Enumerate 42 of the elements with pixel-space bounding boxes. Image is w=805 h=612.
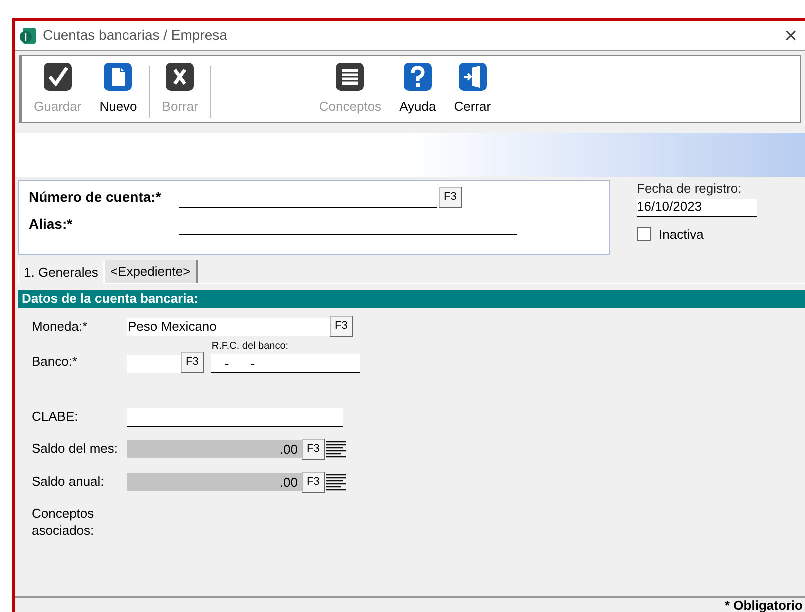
list-lines-icon (324, 472, 347, 492)
tab[interactable]: 1. Generales (18, 261, 106, 284)
status-text: * Obligatorio (725, 598, 803, 612)
field-label: Alias:* (29, 215, 74, 234)
list-lines-icon (324, 440, 347, 458)
x-icon (165, 62, 196, 92)
field-label: CLABE: (32, 408, 80, 426)
toolbar-button[interactable]: Nuevo (94, 62, 144, 116)
tab[interactable]: <Expediente> (105, 260, 198, 283)
help-icon (402, 62, 433, 92)
input-field[interactable]: Peso Mexicano (127, 318, 330, 336)
balance-field: .00 (127, 473, 302, 491)
f3-button[interactable]: F3 (181, 352, 204, 373)
field-label: Saldo anual: (32, 473, 106, 492)
f3-button[interactable]: F3 (439, 187, 462, 208)
app-icon (19, 26, 37, 44)
checkmark-icon (42, 62, 73, 92)
f3-button[interactable]: F3 (330, 316, 353, 337)
input-field[interactable] (127, 355, 181, 373)
field-label: Fecha de registro: (637, 180, 743, 198)
field-label: Moneda:* (32, 318, 89, 336)
field-label: Conceptos asociados: (32, 504, 96, 538)
f3-button[interactable]: F3 (302, 472, 325, 492)
field-label: Número de cuenta:* (29, 188, 162, 207)
section-header: Datos de la cuenta bancaria: (18, 290, 805, 308)
field-label: R.F.C. del banco: (212, 340, 290, 354)
document-icon (103, 62, 134, 92)
toolbar-button[interactable]: Ayuda (394, 62, 442, 116)
f3-button[interactable]: F3 (302, 438, 325, 460)
date-field[interactable]: 16/10/2023 (637, 198, 757, 216)
checkbox[interactable] (637, 227, 651, 242)
rfc-field[interactable]: - - (210, 354, 360, 373)
close-button[interactable]: × (781, 24, 801, 46)
field-label: Saldo del mes: (32, 440, 119, 458)
balance-field: .00 (127, 440, 302, 458)
field-label: Banco:* (32, 352, 79, 370)
checkbox-label: Inactiva (659, 226, 704, 244)
toolbar-button[interactable]: Cerrar (448, 62, 498, 116)
exit-door-icon (458, 62, 488, 92)
input-field[interactable] (127, 408, 343, 426)
list-icon (335, 62, 366, 92)
window-title: Cuentas bancarias / Empresa (43, 26, 228, 45)
